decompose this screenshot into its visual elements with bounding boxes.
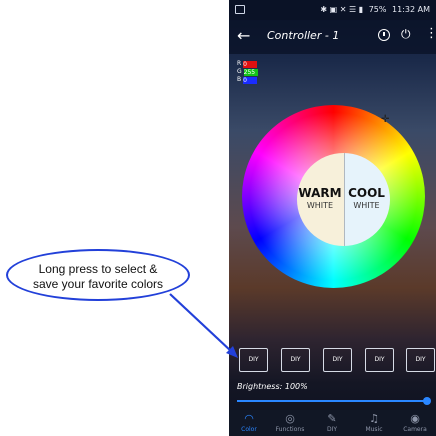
brightness-slider-thumb[interactable] xyxy=(423,397,431,405)
cool-white-button[interactable]: COOL WHITE xyxy=(343,153,390,246)
status-icons: ✱ ▣ ✕ ☰ ▮ xyxy=(320,5,364,14)
callout-text: Long press to select & save your favorit… xyxy=(8,262,188,292)
color-picker-crosshair-icon[interactable]: ✛ xyxy=(381,115,389,125)
rainbow-icon: ◠ xyxy=(244,412,254,425)
white-selector: WARM WHITE COOL WHITE xyxy=(297,153,390,246)
battery-level: 75% xyxy=(368,5,387,14)
screen-title: Controller - 1 xyxy=(267,29,340,42)
alarm-clock-icon[interactable] xyxy=(378,29,390,41)
status-bar: ✱ ▣ ✕ ☰ ▮ 75% 11:32 AM xyxy=(229,0,436,20)
warm-label: WARM xyxy=(298,186,342,200)
microphone-icon: ✎ xyxy=(327,412,337,425)
brightness-label: Brightness: 100% xyxy=(237,382,308,391)
back-arrow-icon[interactable]: ← xyxy=(237,27,250,45)
nav-diy-label: DIY xyxy=(326,426,338,433)
divider xyxy=(343,153,345,246)
diy-slot-3[interactable]: DIY xyxy=(323,348,352,372)
diy-slot-4[interactable]: DIY xyxy=(365,348,394,372)
cool-white-label: WHITE xyxy=(353,201,380,210)
warm-white-label: WHITE xyxy=(306,201,334,210)
callout-line-1: Long press to select & xyxy=(38,262,158,276)
diy-slot-1[interactable]: DIY xyxy=(239,348,268,372)
g-value: 255 xyxy=(243,68,258,76)
rgb-readout: R0 G 255 B0 xyxy=(237,60,258,84)
disc-icon: ◎ xyxy=(285,412,295,425)
brightness-slider[interactable] xyxy=(237,400,424,402)
nav-color-label: Color xyxy=(241,426,257,433)
more-menu-icon[interactable]: ⋮ xyxy=(425,26,436,42)
r-label: R xyxy=(237,60,242,67)
nav-music-label: Music xyxy=(365,426,383,433)
status-indicators: ✱ ▣ ✕ ☰ ▮ 75% 11:32 AM xyxy=(317,5,430,14)
app-bar: ← Controller - 1 ⏻ ⋮ xyxy=(229,20,436,54)
nav-diy[interactable]: ✎ DIY xyxy=(314,412,350,433)
b-label: B xyxy=(237,76,242,83)
music-note-icon: ♫ xyxy=(369,412,379,425)
nav-functions-label: Functions xyxy=(275,426,305,433)
nav-camera-label: Camera xyxy=(403,426,427,433)
nav-color[interactable]: ◠ Color xyxy=(231,412,267,433)
diy-slot-5[interactable]: DIY xyxy=(406,348,435,372)
gallery-icon xyxy=(235,5,245,14)
bottom-navigation: ◠ Color ◎ Functions ✎ DIY ♫ Music ◉ Came… xyxy=(229,410,436,436)
r-value: 0 xyxy=(243,60,258,68)
b-value: 0 xyxy=(243,76,258,84)
cool-label: COOL xyxy=(348,186,385,200)
power-icon[interactable]: ⏻ xyxy=(401,26,411,42)
nav-camera[interactable]: ◉ Camera xyxy=(397,412,433,433)
nav-music[interactable]: ♫ Music xyxy=(356,412,392,433)
nav-functions[interactable]: ◎ Functions xyxy=(272,412,308,433)
color-wheel[interactable]: ✛ WARM WHITE COOL WHITE xyxy=(242,105,425,288)
g-label: G xyxy=(237,68,242,75)
clock: 11:32 AM xyxy=(392,5,430,14)
callout-line-2: save your favorite colors xyxy=(32,277,164,291)
phone-screen: ✱ ▣ ✕ ☰ ▮ 75% 11:32 AM ← Controller - 1 … xyxy=(229,0,436,436)
warm-white-button[interactable]: WARM WHITE xyxy=(297,153,344,246)
arrow-line xyxy=(169,293,233,353)
instruction-callout: Long press to select & save your favorit… xyxy=(6,249,190,301)
camera-icon: ◉ xyxy=(410,412,420,425)
diy-slot-2[interactable]: DIY xyxy=(281,348,310,372)
diy-color-slots: DIY DIY DIY DIY DIY xyxy=(229,348,436,372)
